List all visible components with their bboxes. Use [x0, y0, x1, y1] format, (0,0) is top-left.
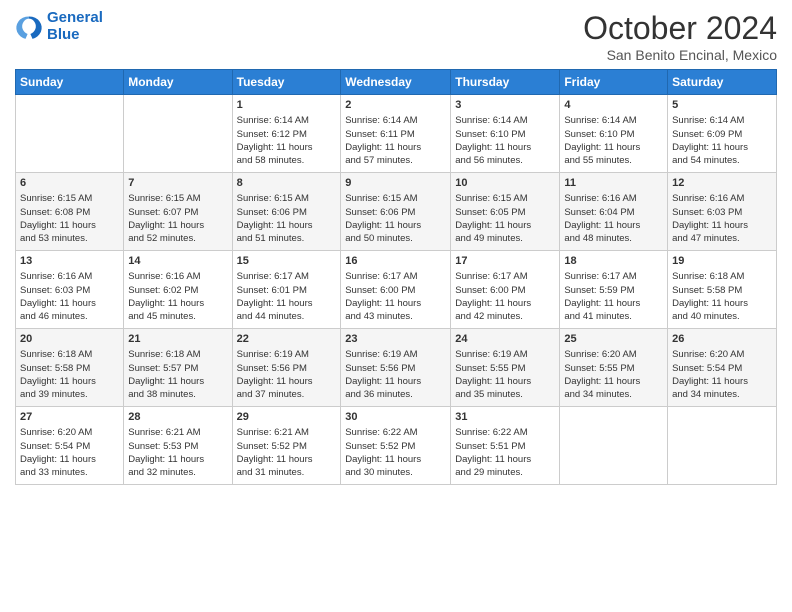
calendar-cell: 24Sunrise: 6:19 AMSunset: 5:55 PMDayligh…: [451, 329, 560, 407]
week-row-1: 6Sunrise: 6:15 AMSunset: 6:08 PMDaylight…: [16, 173, 777, 251]
calendar-cell: 23Sunrise: 6:19 AMSunset: 5:56 PMDayligh…: [341, 329, 451, 407]
day-number: 14: [128, 254, 227, 269]
day-number: 13: [20, 254, 119, 269]
calendar-cell: 29Sunrise: 6:21 AMSunset: 5:52 PMDayligh…: [232, 407, 341, 485]
calendar-cell: [668, 407, 777, 485]
day-number: 8: [237, 176, 337, 191]
calendar-cell: [124, 95, 232, 173]
calendar-cell: [560, 407, 668, 485]
calendar-cell: 5Sunrise: 6:14 AMSunset: 6:09 PMDaylight…: [668, 95, 777, 173]
logo-icon: [15, 13, 43, 41]
logo: General Blue: [15, 10, 103, 43]
header-friday: Friday: [560, 70, 668, 95]
calendar-cell: 27Sunrise: 6:20 AMSunset: 5:54 PMDayligh…: [16, 407, 124, 485]
day-number: 24: [455, 332, 555, 347]
calendar-cell: 4Sunrise: 6:14 AMSunset: 6:10 PMDaylight…: [560, 95, 668, 173]
calendar-cell: 7Sunrise: 6:15 AMSunset: 6:07 PMDaylight…: [124, 173, 232, 251]
month-title: October 2024: [583, 10, 777, 47]
calendar-cell: 17Sunrise: 6:17 AMSunset: 6:00 PMDayligh…: [451, 251, 560, 329]
calendar-cell: 11Sunrise: 6:16 AMSunset: 6:04 PMDayligh…: [560, 173, 668, 251]
day-number: 29: [237, 410, 337, 425]
header-tuesday: Tuesday: [232, 70, 341, 95]
day-number: 21: [128, 332, 227, 347]
day-number: 15: [237, 254, 337, 269]
calendar-cell: 8Sunrise: 6:15 AMSunset: 6:06 PMDaylight…: [232, 173, 341, 251]
day-number: 27: [20, 410, 119, 425]
calendar-cell: 14Sunrise: 6:16 AMSunset: 6:02 PMDayligh…: [124, 251, 232, 329]
day-number: 19: [672, 254, 772, 269]
calendar-cell: 25Sunrise: 6:20 AMSunset: 5:55 PMDayligh…: [560, 329, 668, 407]
day-number: 17: [455, 254, 555, 269]
day-number: 6: [20, 176, 119, 191]
header-thursday: Thursday: [451, 70, 560, 95]
calendar-cell: 15Sunrise: 6:17 AMSunset: 6:01 PMDayligh…: [232, 251, 341, 329]
weekday-header-row: Sunday Monday Tuesday Wednesday Thursday…: [16, 70, 777, 95]
day-number: 2: [345, 98, 446, 113]
calendar-table: Sunday Monday Tuesday Wednesday Thursday…: [15, 69, 777, 485]
day-number: 28: [128, 410, 227, 425]
day-number: 25: [564, 332, 663, 347]
day-number: 12: [672, 176, 772, 191]
calendar-cell: 16Sunrise: 6:17 AMSunset: 6:00 PMDayligh…: [341, 251, 451, 329]
calendar-cell: 21Sunrise: 6:18 AMSunset: 5:57 PMDayligh…: [124, 329, 232, 407]
day-number: 31: [455, 410, 555, 425]
location: San Benito Encinal, Mexico: [583, 47, 777, 63]
calendar-cell: 18Sunrise: 6:17 AMSunset: 5:59 PMDayligh…: [560, 251, 668, 329]
week-row-2: 13Sunrise: 6:16 AMSunset: 6:03 PMDayligh…: [16, 251, 777, 329]
header-wednesday: Wednesday: [341, 70, 451, 95]
header-sunday: Sunday: [16, 70, 124, 95]
day-number: 4: [564, 98, 663, 113]
calendar-cell: 1Sunrise: 6:14 AMSunset: 6:12 PMDaylight…: [232, 95, 341, 173]
day-number: 18: [564, 254, 663, 269]
calendar-cell: [16, 95, 124, 173]
calendar-cell: 6Sunrise: 6:15 AMSunset: 6:08 PMDaylight…: [16, 173, 124, 251]
header-monday: Monday: [124, 70, 232, 95]
day-number: 30: [345, 410, 446, 425]
page-container: General Blue October 2024 San Benito Enc…: [0, 0, 792, 490]
day-number: 11: [564, 176, 663, 191]
day-number: 22: [237, 332, 337, 347]
calendar-cell: 31Sunrise: 6:22 AMSunset: 5:51 PMDayligh…: [451, 407, 560, 485]
day-number: 10: [455, 176, 555, 191]
calendar-cell: 12Sunrise: 6:16 AMSunset: 6:03 PMDayligh…: [668, 173, 777, 251]
calendar-cell: 2Sunrise: 6:14 AMSunset: 6:11 PMDaylight…: [341, 95, 451, 173]
week-row-4: 27Sunrise: 6:20 AMSunset: 5:54 PMDayligh…: [16, 407, 777, 485]
calendar-cell: 22Sunrise: 6:19 AMSunset: 5:56 PMDayligh…: [232, 329, 341, 407]
day-number: 23: [345, 332, 446, 347]
day-number: 16: [345, 254, 446, 269]
day-number: 7: [128, 176, 227, 191]
logo-text: General Blue: [47, 10, 103, 43]
day-number: 5: [672, 98, 772, 113]
title-block: October 2024 San Benito Encinal, Mexico: [583, 10, 777, 63]
day-number: 9: [345, 176, 446, 191]
week-row-0: 1Sunrise: 6:14 AMSunset: 6:12 PMDaylight…: [16, 95, 777, 173]
day-number: 26: [672, 332, 772, 347]
week-row-3: 20Sunrise: 6:18 AMSunset: 5:58 PMDayligh…: [16, 329, 777, 407]
header: General Blue October 2024 San Benito Enc…: [15, 10, 777, 63]
calendar-cell: 19Sunrise: 6:18 AMSunset: 5:58 PMDayligh…: [668, 251, 777, 329]
calendar-cell: 13Sunrise: 6:16 AMSunset: 6:03 PMDayligh…: [16, 251, 124, 329]
calendar-cell: 26Sunrise: 6:20 AMSunset: 5:54 PMDayligh…: [668, 329, 777, 407]
calendar-cell: 3Sunrise: 6:14 AMSunset: 6:10 PMDaylight…: [451, 95, 560, 173]
day-number: 1: [237, 98, 337, 113]
day-number: 20: [20, 332, 119, 347]
header-saturday: Saturday: [668, 70, 777, 95]
calendar-cell: 9Sunrise: 6:15 AMSunset: 6:06 PMDaylight…: [341, 173, 451, 251]
calendar-cell: 28Sunrise: 6:21 AMSunset: 5:53 PMDayligh…: [124, 407, 232, 485]
calendar-cell: 20Sunrise: 6:18 AMSunset: 5:58 PMDayligh…: [16, 329, 124, 407]
calendar-cell: 10Sunrise: 6:15 AMSunset: 6:05 PMDayligh…: [451, 173, 560, 251]
day-number: 3: [455, 98, 555, 113]
calendar-cell: 30Sunrise: 6:22 AMSunset: 5:52 PMDayligh…: [341, 407, 451, 485]
